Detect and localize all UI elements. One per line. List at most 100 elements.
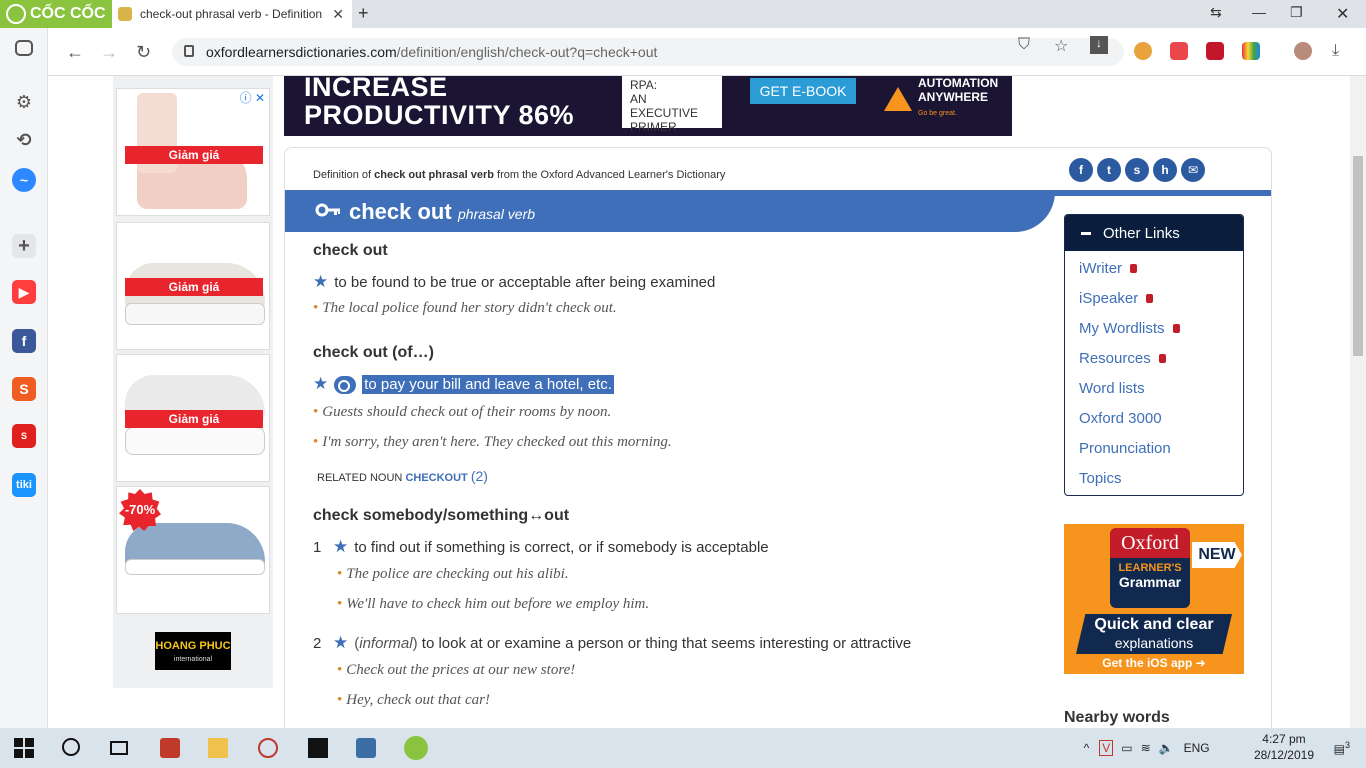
link-label: Oxford 3000 xyxy=(1079,409,1162,427)
facebook-icon[interactable]: f xyxy=(12,329,36,353)
sense-heading-3: check somebody/something↔out xyxy=(313,507,570,524)
ios-app-link[interactable]: Get the iOS app ➜ xyxy=(1064,656,1244,670)
download-page-icon[interactable]: ↓ xyxy=(1090,36,1108,54)
related-noun-link[interactable]: CHECKOUT xyxy=(405,472,467,484)
sendo-icon[interactable]: S xyxy=(12,424,36,448)
battery-icon[interactable]: ▭ xyxy=(1121,741,1132,755)
oxford-key-icon[interactable] xyxy=(334,376,357,395)
add-icon[interactable]: + xyxy=(12,234,36,258)
ad-card-sneaker-2[interactable]: Giảm giá xyxy=(116,354,270,482)
sense-heading-2: check out (of…) xyxy=(313,344,434,361)
maximize-icon[interactable]: ❐ xyxy=(1290,4,1303,21)
twitter-share-icon[interactable]: t xyxy=(1097,158,1121,182)
tiki-icon[interactable]: tiki xyxy=(12,473,36,497)
link-iwriter[interactable]: iWriter xyxy=(1065,253,1243,283)
tab-bar: CỐC CỐC check-out phrasal verb - Definit… xyxy=(0,0,1366,28)
clock-time: 4:27 pm xyxy=(1262,732,1306,746)
coccoc-taskbar-icon[interactable] xyxy=(404,736,428,760)
clock[interactable]: 4:27 pm 28/12/2019 xyxy=(1254,731,1314,763)
forward-icon[interactable]: → xyxy=(100,42,118,63)
show-hidden-icons[interactable]: ^ xyxy=(1084,741,1090,755)
volume-icon[interactable]: 🔈 xyxy=(1159,741,1174,755)
related-count[interactable]: (2) xyxy=(471,468,488,484)
grammar-app-ad[interactable]: Oxford LEARNER'S Grammar NEW Quick and c… xyxy=(1064,524,1244,674)
task-view-icon[interactable] xyxy=(110,741,128,755)
language-indicator[interactable]: ENG xyxy=(1184,741,1210,755)
scrollbar-thumb[interactable] xyxy=(1353,156,1363,356)
messenger-icon[interactable]: ~ xyxy=(12,168,36,192)
file-explorer-icon[interactable] xyxy=(208,738,228,758)
oxford3000-star-icon[interactable]: ★ xyxy=(333,537,348,557)
banner-rpa-3: PRIMER xyxy=(630,120,677,134)
collapse-icon[interactable] xyxy=(1081,231,1091,235)
example-5: • We'll have to check him out before we e… xyxy=(337,596,650,612)
link-word-lists[interactable]: Word lists xyxy=(1065,373,1243,403)
close-window-icon[interactable]: ✕ xyxy=(1336,4,1349,24)
profile-avatar[interactable] xyxy=(1294,42,1312,60)
link-pronunciation[interactable]: Pronunciation xyxy=(1065,433,1243,463)
youtube-icon[interactable]: ▶ xyxy=(12,280,36,304)
oxford3000-star-icon[interactable]: ★ xyxy=(313,374,328,394)
app-1-icon[interactable] xyxy=(160,738,180,758)
link-resources[interactable]: Resources xyxy=(1065,343,1243,373)
link-my-wordlists[interactable]: My Wordlists xyxy=(1065,313,1243,343)
extension-1-icon[interactable] xyxy=(1134,42,1152,60)
ad-card-sneaker-3[interactable]: -70% xyxy=(116,486,270,614)
wifi-icon[interactable]: ≋ xyxy=(1141,741,1151,755)
ad-card-sneaker-1[interactable]: Giảm giá xyxy=(116,222,270,350)
extension-3-icon[interactable] xyxy=(1206,42,1224,60)
scrollbar[interactable] xyxy=(1350,76,1366,728)
adblock-icon[interactable] xyxy=(1170,42,1188,60)
bookmark-star-icon[interactable]: ☆ xyxy=(1054,36,1068,56)
back-icon[interactable]: ← xyxy=(66,42,84,63)
example-7-text: Hey, check out that car! xyxy=(346,692,490,708)
sale-tag: Giảm giá xyxy=(125,410,263,428)
search-icon[interactable] xyxy=(62,738,80,756)
extension-4-icon[interactable] xyxy=(1242,42,1260,60)
reload-icon[interactable]: ↻ xyxy=(136,42,151,63)
oxford-key-icon xyxy=(315,203,340,217)
sense-heading-1: check out xyxy=(313,242,388,259)
vietkey-icon[interactable]: V xyxy=(1099,740,1114,756)
windows-start-icon[interactable] xyxy=(14,738,34,758)
register-label: informal xyxy=(359,635,413,652)
sense-number: 2 xyxy=(313,635,322,652)
stumbleupon-share-icon[interactable]: s xyxy=(1125,158,1149,182)
hoang-phuc-logo[interactable]: HOANG PHUC international xyxy=(155,632,231,670)
new-tab-icon[interactable]: + xyxy=(358,3,369,24)
get-ebook-button[interactable]: GET E-BOOK xyxy=(750,78,856,104)
top-banner-ad[interactable]: INCREASE PRODUCTIVITY 86% RPA: AN EXECUT… xyxy=(284,76,1012,136)
history-icon[interactable]: ⟲ xyxy=(12,128,36,152)
other-links-header[interactable]: Other Links xyxy=(1065,215,1243,251)
url-input[interactable]: oxfordlearnersdictionaries.com/definitio… xyxy=(172,38,1124,66)
restore-tabs-icon[interactable]: ⇆ xyxy=(1210,4,1222,21)
shield-icon[interactable]: ⛉ xyxy=(1018,36,1030,54)
ad-card-boot[interactable]: Giảm giá ⓘ ✕ xyxy=(116,88,270,216)
minimize-icon[interactable]: — xyxy=(1252,4,1266,20)
tab-close-icon[interactable]: ✕ xyxy=(332,6,344,23)
link-topics[interactable]: Topics xyxy=(1065,463,1243,493)
link-ispeaker[interactable]: iSpeaker xyxy=(1065,283,1243,313)
oxford3000-star-icon[interactable]: ★ xyxy=(333,633,348,653)
example-5-text: We'll have to check him out before we em… xyxy=(346,596,650,612)
adchoices-icon[interactable]: ⓘ ✕ xyxy=(240,89,265,106)
sticky-notes-icon[interactable] xyxy=(308,738,328,758)
hi5-share-icon[interactable]: h xyxy=(1153,158,1177,182)
oxford3000-star-icon[interactable]: ★ xyxy=(313,272,328,292)
downloads-icon[interactable]: ⤓ xyxy=(1332,42,1339,60)
example-1-text: The local police found her story didn't … xyxy=(322,300,617,316)
facebook-share-icon[interactable]: f xyxy=(1069,158,1093,182)
notification-icon[interactable]: ▤3 xyxy=(1334,740,1350,756)
app-3-icon[interactable] xyxy=(258,738,278,758)
shopee-icon[interactable]: S xyxy=(12,377,36,401)
tab-active[interactable]: check-out phrasal verb - Definition ✕ xyxy=(112,0,352,28)
email-share-icon[interactable]: ✉ xyxy=(1181,158,1205,182)
link-oxford-3000[interactable]: Oxford 3000 xyxy=(1065,403,1243,433)
headword: check out xyxy=(349,199,452,224)
sneaker-sole-image xyxy=(125,427,265,455)
app-5-icon[interactable] xyxy=(356,738,376,758)
sidebar-toggle-icon[interactable] xyxy=(15,40,33,56)
settings-icon[interactable]: ⚙ xyxy=(12,90,36,114)
example-4-text: The police are checking out his alibi. xyxy=(346,566,569,582)
coccoc-logo[interactable]: CỐC CỐC xyxy=(0,0,112,28)
